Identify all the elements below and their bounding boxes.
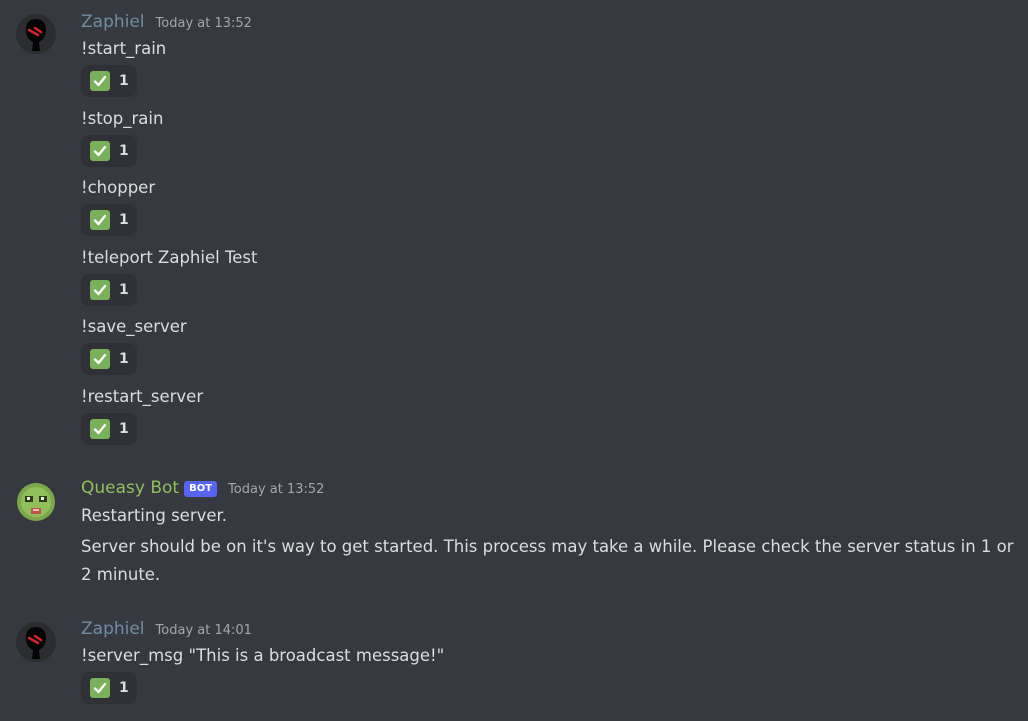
reaction-button[interactable]: 1 [81,343,137,375]
username[interactable]: Queasy Bot [81,477,179,499]
avatar[interactable] [16,14,56,54]
reaction-button[interactable]: 1 [81,65,137,97]
reaction-button[interactable]: 1 [81,672,137,704]
message-header: Zaphiel Today at 14:01 [81,618,252,640]
message-text: !teleport Zaphiel Test [81,248,258,267]
reaction-button[interactable]: 1 [81,135,137,167]
message-text: !server_msg "This is a broadcast message… [81,646,445,665]
check-mark-icon [90,280,110,300]
check-mark-icon [90,210,110,230]
avatar[interactable] [16,482,56,522]
timestamp[interactable]: Today at 13:52 [228,482,324,497]
timestamp[interactable]: Today at 13:52 [156,16,252,31]
check-mark-icon [90,419,110,439]
reaction-count: 1 [119,421,129,437]
chat-messages: Zaphiel Today at 13:52 !start_rain 1 !st… [0,0,1028,721]
message-text: !stop_rain [81,109,164,128]
reaction-count: 1 [119,351,129,367]
avatar[interactable] [16,622,56,662]
check-mark-icon [90,71,110,91]
reaction-count: 1 [119,143,129,159]
reaction-button[interactable]: 1 [81,274,137,306]
reaction-count: 1 [119,680,129,696]
check-mark-icon [90,141,110,161]
check-mark-icon [90,349,110,369]
bot-badge: BOT [184,481,218,497]
reaction-count: 1 [119,282,129,298]
message-text: !save_server [81,317,187,336]
reaction-button[interactable]: 1 [81,204,137,236]
message-text: !start_rain [81,39,167,58]
message-header: Zaphiel Today at 13:52 [81,11,252,33]
check-mark-icon [90,678,110,698]
reaction-count: 1 [119,212,129,228]
reaction-count: 1 [119,73,129,89]
message-text: !restart_server [81,387,204,406]
message-text: !chopper [81,178,156,197]
message-header: Queasy Bot BOT Today at 13:52 [81,477,324,499]
timestamp[interactable]: Today at 14:01 [156,623,252,638]
username[interactable]: Zaphiel [81,11,145,33]
reaction-button[interactable]: 1 [81,413,137,445]
username[interactable]: Zaphiel [81,618,145,640]
message-text: Restarting server. [81,506,228,525]
message-text: Server should be on it's way to get star… [81,537,1014,584]
